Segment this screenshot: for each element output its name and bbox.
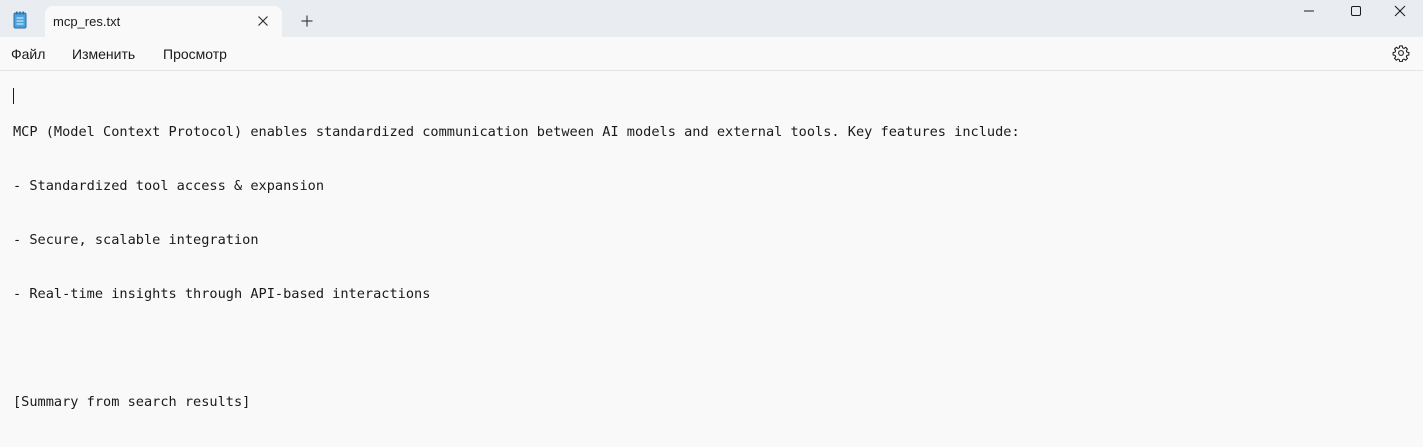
- title-bar: mcp_res.txt: [0, 0, 1423, 37]
- document-text: MCP (Model Context Protocol) enables sta…: [13, 87, 1020, 447]
- maximize-icon[interactable]: [1333, 0, 1379, 22]
- gear-icon[interactable]: [1392, 44, 1410, 63]
- text-line: - Secure, scalable integration: [13, 232, 259, 248]
- plus-icon[interactable]: [297, 11, 317, 31]
- menu-file[interactable]: Файл: [11, 46, 45, 62]
- text-caret: [13, 88, 14, 104]
- menu-view[interactable]: Просмотр: [163, 46, 227, 62]
- text-line: - Standardized tool access & expansion: [13, 178, 324, 194]
- menu-edit[interactable]: Изменить: [72, 46, 135, 62]
- text-line: [Summary from search results]: [13, 394, 251, 410]
- notepad-icon: [13, 11, 27, 29]
- text-editor[interactable]: MCP (Model Context Protocol) enables sta…: [0, 71, 1423, 410]
- text-line: MCP (Model Context Protocol) enables sta…: [13, 124, 1020, 140]
- menu-bar: Файл Изменить Просмотр: [0, 37, 1423, 71]
- tab-mcp-res[interactable]: mcp_res.txt: [45, 6, 282, 37]
- text-line: [13, 339, 1020, 357]
- text-line: - Real-time insights through API-based i…: [13, 286, 431, 302]
- close-window-icon[interactable]: [1377, 0, 1423, 22]
- minimize-icon[interactable]: [1286, 0, 1332, 22]
- tab-title: mcp_res.txt: [53, 14, 121, 29]
- close-icon[interactable]: [253, 11, 273, 31]
